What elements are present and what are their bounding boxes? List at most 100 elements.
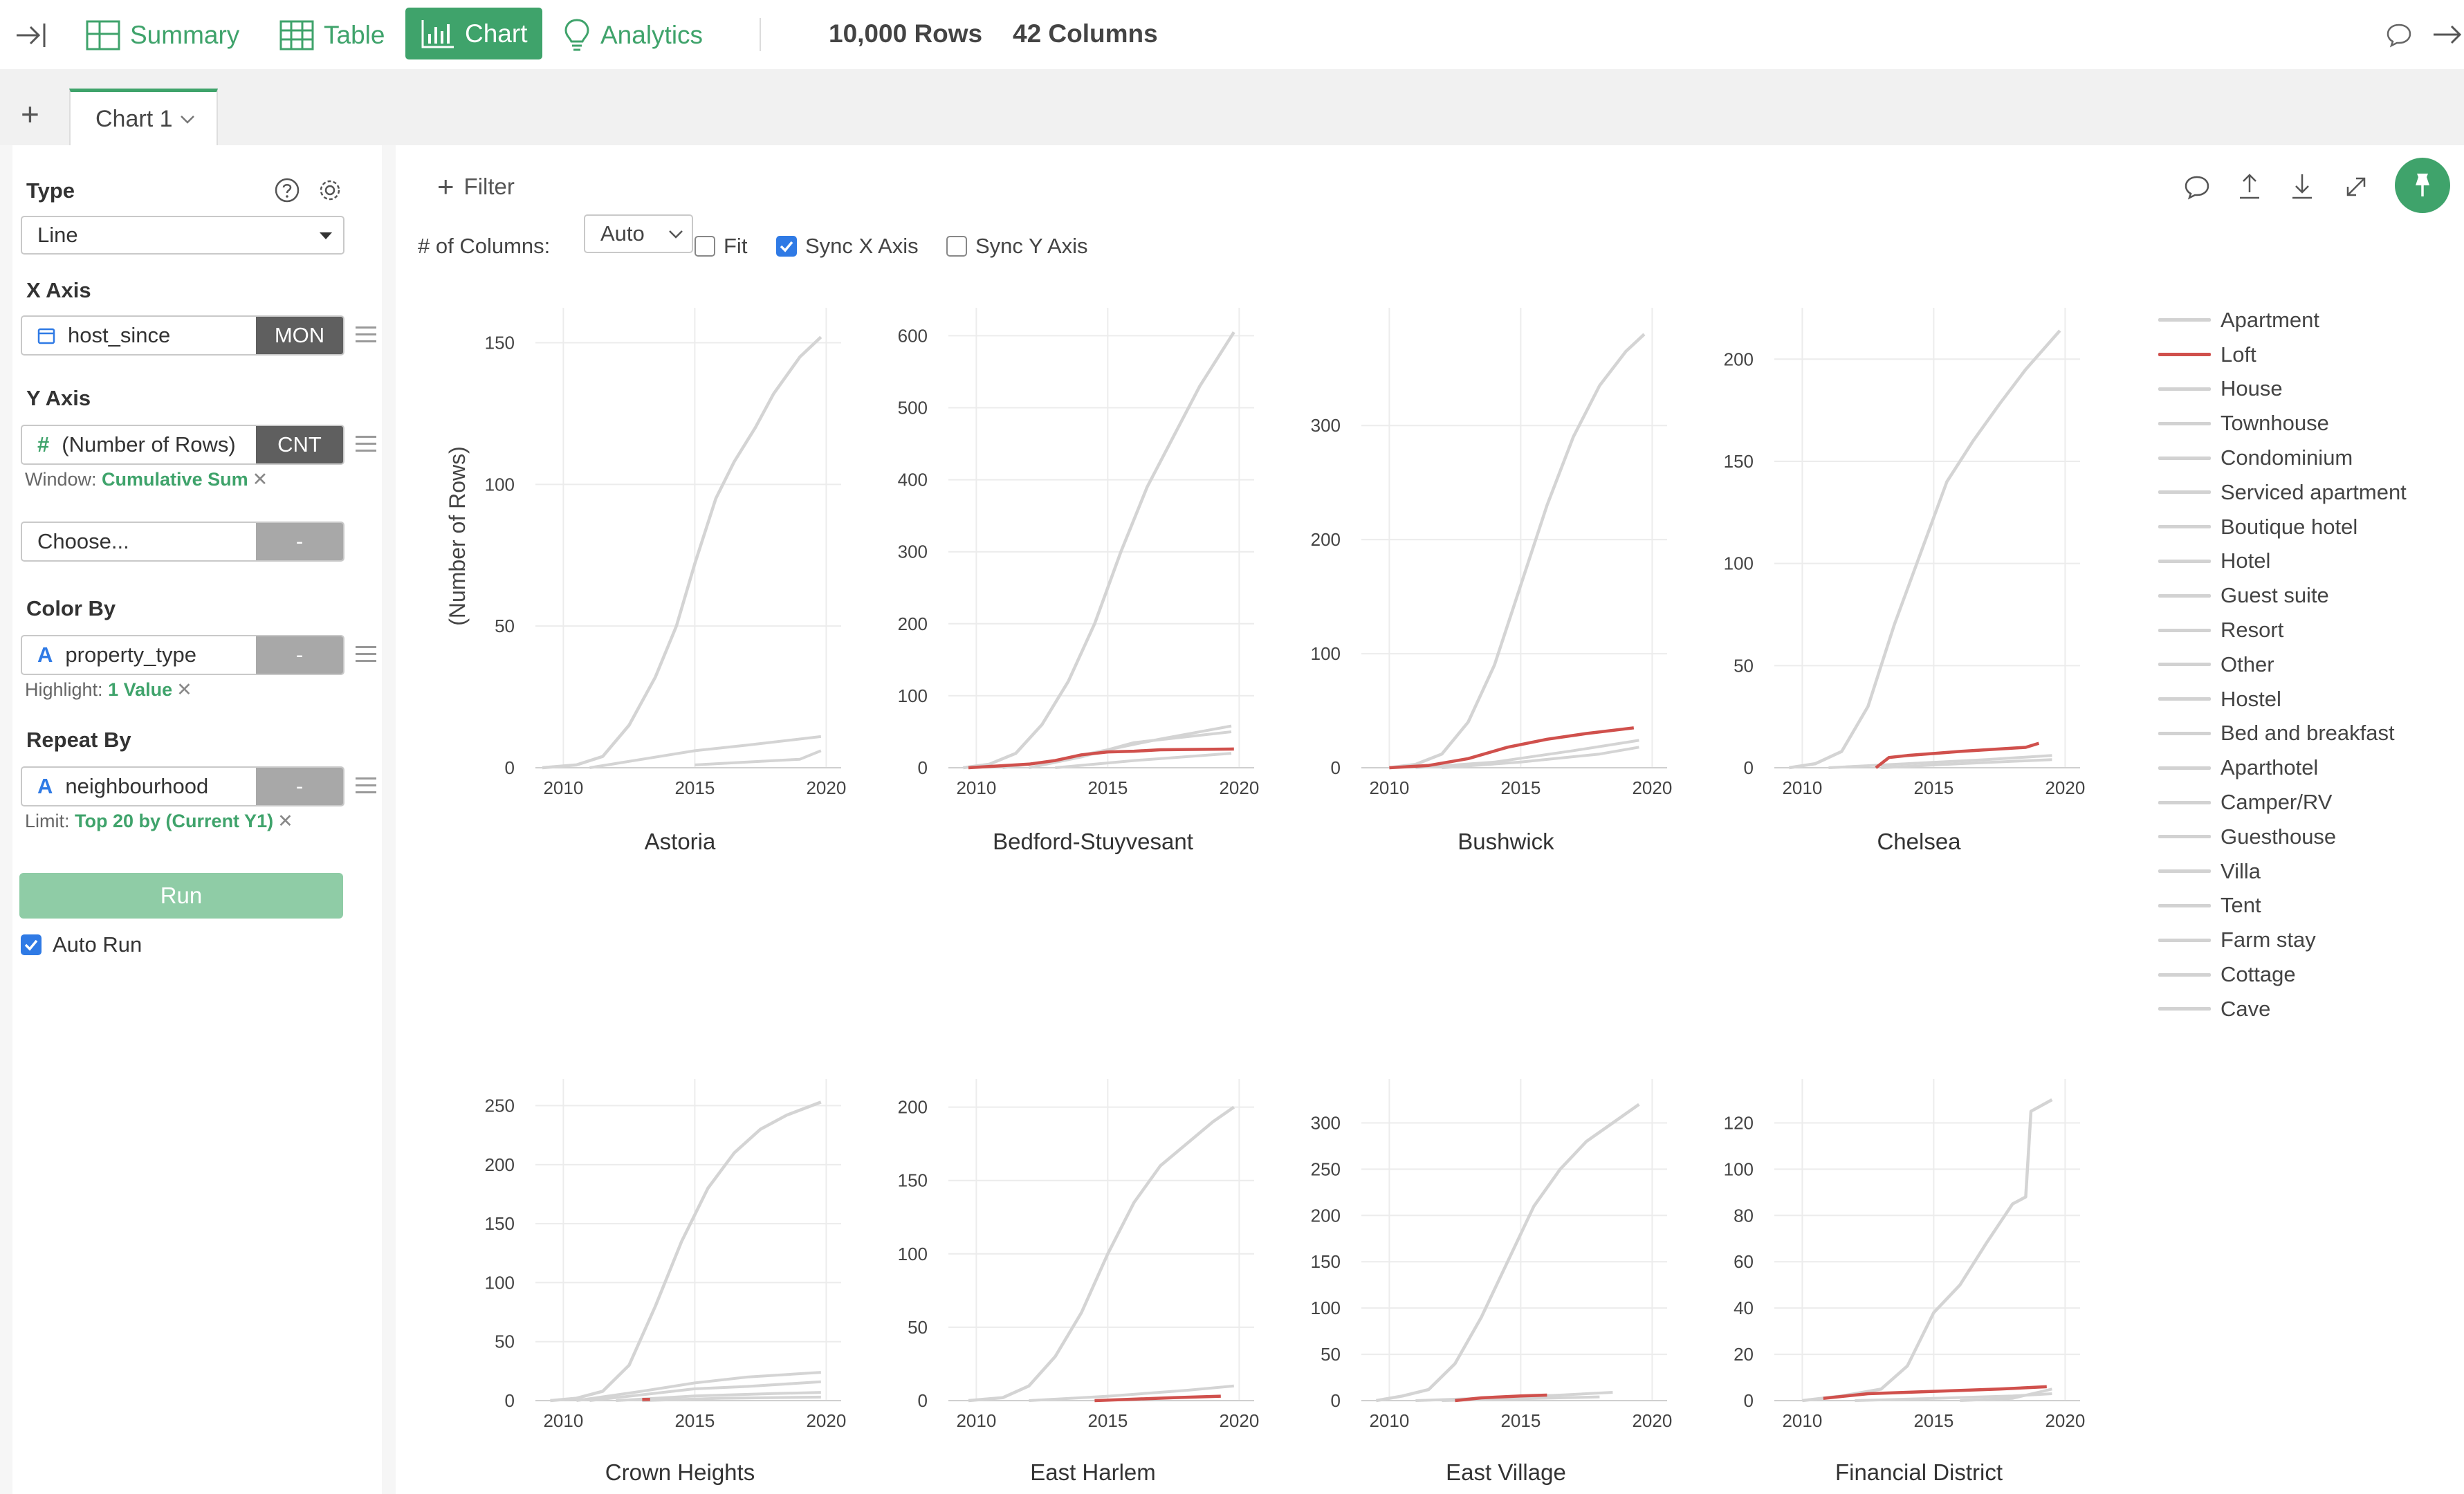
add-tab-button[interactable]: +: [21, 98, 39, 130]
facet-panel: 2010 2015 2020 0 100 200 300 400 500 600 Bedford-S…: [898, 308, 1259, 854]
x-tick-label: 2020: [1632, 777, 1672, 798]
comment-icon[interactable]: [2385, 21, 2413, 48]
legend-swatch: [2158, 559, 2211, 563]
nav-chart[interactable]: Chart: [405, 8, 543, 59]
legend-item[interactable]: Bed and breakfast: [2158, 717, 2407, 751]
series-line-apartment: [1789, 329, 2061, 770]
color-by-highlight: Highlight: 1 Value ✕: [25, 679, 192, 701]
legend-item[interactable]: Villa: [2158, 854, 2407, 889]
comment-icon[interactable]: [2183, 173, 2211, 201]
chart-config-panel: Type Line X Axis host_since MON Y Axis #…: [12, 145, 382, 1494]
tab-chart-1[interactable]: Chart 1: [69, 89, 218, 147]
legend-item[interactable]: Condominium: [2158, 441, 2407, 475]
legend-item[interactable]: Apartment: [2158, 303, 2407, 338]
y-tick-label: 200: [1311, 1205, 1341, 1226]
upload-icon[interactable]: [2236, 172, 2263, 201]
gear-icon[interactable]: [317, 177, 343, 203]
row-count: 10,000 Rows: [829, 19, 983, 48]
y-tick-label: 200: [898, 1097, 928, 1118]
download-icon[interactable]: [2288, 172, 2316, 201]
legend-item[interactable]: Guesthouse: [2158, 820, 2407, 854]
legend-label: Serviced apartment: [2221, 479, 2407, 504]
legend-label: Villa: [2221, 858, 2261, 883]
legend-item[interactable]: Loft: [2158, 338, 2407, 372]
nav-summary[interactable]: Summary: [86, 11, 239, 59]
run-button[interactable]: Run: [19, 873, 343, 919]
x-tick-label: 2010: [1782, 1410, 1822, 1431]
x-tick-label: 2015: [1500, 1410, 1541, 1431]
x-axis-field[interactable]: host_since MON: [21, 315, 344, 356]
repeat-by-field[interactable]: A neighbourhood -: [21, 766, 344, 806]
legend-swatch: [2158, 387, 2211, 391]
y-axis-menu-icon[interactable]: [356, 436, 376, 456]
limit-value[interactable]: Top 20 by (Current Y1): [75, 811, 273, 831]
collapse-sidebar-icon[interactable]: [14, 18, 48, 53]
column-count: 42 Columns: [1013, 19, 1158, 48]
legend-item[interactable]: Guest suite: [2158, 578, 2407, 613]
repeat-by-menu-icon[interactable]: [356, 777, 376, 798]
remove-highlight-icon[interactable]: ✕: [176, 679, 192, 700]
help-icon[interactable]: [274, 177, 300, 203]
y-axis-title: (Number of Rows): [445, 446, 470, 626]
y-tick-label: 300: [898, 542, 928, 562]
x-axis-aggregation[interactable]: MON: [256, 317, 343, 354]
legend-item[interactable]: Cottage: [2158, 957, 2407, 992]
remove-window-icon[interactable]: ✕: [252, 469, 268, 490]
legend-item[interactable]: Hotel: [2158, 544, 2407, 579]
highlight-label: Highlight:: [25, 679, 103, 700]
y-tick-label: 300: [1311, 1112, 1341, 1133]
legend-item[interactable]: Aparthotel: [2158, 750, 2407, 785]
legend-item[interactable]: Resort: [2158, 613, 2407, 647]
nav-analytics-label: Analytics: [600, 21, 704, 49]
legend-item[interactable]: Tent: [2158, 889, 2407, 923]
x-tick-label: 2015: [1087, 1410, 1128, 1431]
x-axis-menu-icon[interactable]: [356, 326, 376, 347]
legend-swatch: [2158, 972, 2211, 977]
legend-swatch: [2158, 903, 2211, 907]
y-tick-label: 0: [505, 1390, 515, 1411]
y-tick-label: 0: [1331, 1390, 1341, 1411]
window-value[interactable]: Cumulative Sum: [102, 469, 248, 490]
auto-run-checkbox[interactable]: Auto Run: [21, 932, 142, 957]
y-axis-field[interactable]: # (Number of Rows) CNT: [21, 425, 344, 465]
y-tick-label: 150: [1311, 1251, 1341, 1272]
legend-swatch: [2158, 938, 2211, 942]
color-by-field[interactable]: A property_type -: [21, 635, 344, 675]
color-by-menu-icon[interactable]: [356, 646, 376, 667]
legend-item[interactable]: Boutique hotel: [2158, 510, 2407, 544]
legend-label: Bed and breakfast: [2221, 721, 2395, 746]
legend-item[interactable]: Hostel: [2158, 682, 2407, 717]
x-tick-label: 2015: [674, 777, 715, 798]
nav-table-label: Table: [324, 21, 385, 49]
legend-item[interactable]: House: [2158, 372, 2407, 407]
chart-tab-bar: + Chart 1: [0, 69, 2464, 147]
y-axis-aggregation[interactable]: CNT: [256, 426, 343, 463]
legend-item[interactable]: Townhouse: [2158, 406, 2407, 441]
legend-swatch: [2158, 456, 2211, 460]
expand-icon[interactable]: [2342, 173, 2370, 201]
chart-type-select[interactable]: Line: [21, 216, 344, 255]
legend-item[interactable]: Other: [2158, 647, 2407, 682]
legend-item[interactable]: Camper/RV: [2158, 785, 2407, 820]
y-tick-label: 150: [485, 332, 515, 353]
checkbox-checked-icon[interactable]: [21, 934, 42, 955]
y-axis-extra-field[interactable]: Choose... -: [21, 522, 344, 562]
numeric-hash-icon: #: [37, 432, 50, 456]
legend-item[interactable]: Serviced apartment: [2158, 475, 2407, 510]
repeat-by-field-name: neighbourhood: [65, 774, 209, 798]
legend-label: Loft: [2221, 342, 2256, 367]
legend-item[interactable]: Farm stay: [2158, 923, 2407, 957]
legend-label: Cave: [2221, 996, 2271, 1021]
summary-icon: [86, 20, 120, 50]
legend-label: Resort: [2221, 618, 2284, 643]
y-tick-label: 50: [495, 616, 515, 636]
nav-table[interactable]: Table: [279, 11, 385, 59]
legend-item[interactable]: Cave: [2158, 992, 2407, 1026]
x-tick-label: 2010: [1369, 1410, 1409, 1431]
highlight-value[interactable]: 1 Value: [108, 679, 172, 700]
exit-icon[interactable]: [2432, 21, 2464, 48]
facet-title: East Village: [1446, 1459, 1566, 1485]
chevron-down-icon[interactable]: [180, 115, 195, 124]
remove-limit-icon[interactable]: ✕: [277, 811, 293, 831]
pin-button[interactable]: [2395, 158, 2450, 213]
